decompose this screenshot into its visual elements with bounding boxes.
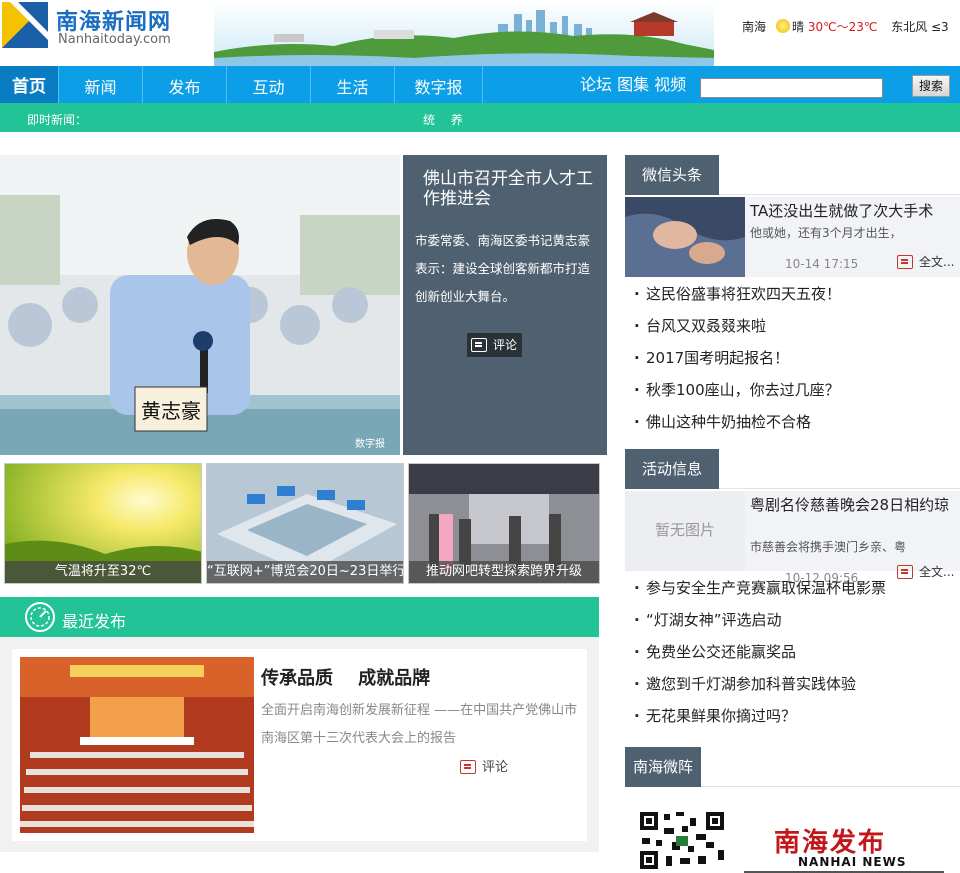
hero-photo[interactable]: 黄志豪 数字报 xyxy=(0,155,400,455)
thumb-card[interactable]: 气温将升至32℃ xyxy=(4,463,202,584)
wechat-list: 这民俗盛事将狂欢四天五夜！ 台风又双叒叕来啦 2017国考明起报名！ 秋季100… xyxy=(634,278,960,438)
list-item[interactable]: 台风又双叒叕来啦 xyxy=(634,310,960,342)
congress-hall-photo[interactable] xyxy=(20,657,254,833)
comment-icon xyxy=(897,255,913,269)
weizhen-brand-en: NANHAI NEWS xyxy=(798,855,907,869)
comment-icon xyxy=(460,760,476,774)
thumb-caption: 推动网吧转型探索跨界升级 xyxy=(409,561,599,583)
hero-description: 市委常委、南海区委书记黄志豪表示：建设全球创客新都市打造创新创业大舞台。 xyxy=(415,233,591,304)
hero-comment-button[interactable]: 评论 xyxy=(467,333,522,357)
thumb-caption: 气温将升至32℃ xyxy=(5,561,201,583)
list-item[interactable]: “灯湖女神”评选启动 xyxy=(634,604,960,636)
news-ticker: 即时新闻： 统 养 xyxy=(0,103,960,132)
comment-icon xyxy=(471,338,487,352)
qr-code-icon[interactable] xyxy=(636,808,728,873)
list-item[interactable]: 参与安全生产竞赛赢取保温杯电影票 xyxy=(634,572,960,604)
thumb-card[interactable]: “互联网+”博览会20日~23日举行 xyxy=(206,463,404,584)
weizhen-brand-cn: 南海发布 xyxy=(774,828,887,858)
events-feature-sub: 市慈善会将携手澳门乡亲、粤 xyxy=(750,540,907,554)
city-skyline-banner xyxy=(214,0,714,66)
search-input[interactable] xyxy=(700,78,883,98)
weather-widget: 南海 晴 30℃～23℃ 东北风 ≤3 xyxy=(742,18,949,35)
nav-home[interactable]: 首页 xyxy=(0,66,59,103)
events-feature-title: 粤剧名伶慈善晚会28日相约琼 xyxy=(750,496,950,514)
ticker-label: 即时新闻： xyxy=(27,113,88,127)
latest-summary: 全面开启南海创新发展新征程 ——在中国共产党佛山市南海区第十三次代表大会上的报告 xyxy=(261,703,578,746)
surgery-photo xyxy=(625,197,745,277)
hero-comment-label: 评论 xyxy=(493,338,518,352)
nav-life[interactable]: 生活 xyxy=(311,66,395,103)
latest-comment-label: 评论 xyxy=(482,760,509,775)
site-logo-domain: Nanhaitoday.com xyxy=(58,32,171,47)
hero-title[interactable]: 佛山市召开全市人才工作推进会 xyxy=(423,169,598,209)
nav-news[interactable]: 新闻 xyxy=(59,66,143,103)
list-item[interactable]: 免费坐公交还能赢奖品 xyxy=(634,636,960,668)
divider xyxy=(719,488,960,489)
nav-release[interactable]: 发布 xyxy=(143,66,227,103)
list-item[interactable]: 无花果鲜果你摘过吗？ xyxy=(634,700,960,732)
divider xyxy=(719,194,960,195)
no-image-placeholder: 暂无图片 xyxy=(625,491,745,571)
weather-condition: 晴 xyxy=(792,20,805,34)
events-feature[interactable]: 暂无图片 粤剧名伶慈善晚会28日相约琼 市慈善会将携手澳门乡亲、粤 10-12 … xyxy=(625,491,960,585)
latest-section-header: 最近发布 xyxy=(0,597,599,637)
hero-watermark: 数字报 xyxy=(355,437,385,450)
latest-section-title: 最近发布 xyxy=(62,612,127,631)
nav-quick-links[interactable]: 论坛 图集 视频 xyxy=(580,66,686,103)
wechat-feature-date: 10-14 17:15 xyxy=(785,257,859,271)
sun-icon xyxy=(776,19,791,33)
weather-wind: 东北风 ≤3 xyxy=(891,20,949,34)
ticker-text[interactable]: 统 养 xyxy=(423,111,469,128)
hero-nameplate: 黄志豪 xyxy=(141,399,201,423)
list-item[interactable]: 这民俗盛事将狂欢四天五夜！ xyxy=(634,278,960,310)
thumb-caption: “互联网+”博览会20日~23日举行 xyxy=(207,561,403,583)
search-button[interactable]: 搜索 xyxy=(912,75,950,97)
latest-headline[interactable]: 传承品质 成就品牌 xyxy=(261,664,430,690)
events-section-title: 活动信息 xyxy=(625,449,719,489)
weather-city: 南海 xyxy=(742,20,767,34)
wechat-section-title: 微信头条 xyxy=(625,155,719,195)
divider xyxy=(701,786,960,787)
weather-temp: 30℃～23℃ xyxy=(807,20,878,34)
logo-icon xyxy=(2,2,48,48)
list-item[interactable]: 佛山这种牛奶抽检不合格 xyxy=(634,406,960,438)
gauge-icon xyxy=(25,602,55,632)
events-list: 参与安全生产竞赛赢取保温杯电影票 “灯湖女神”评选启动 免费坐公交还能赢奖品 邀… xyxy=(634,572,960,732)
wechat-feature-more[interactable]: 全文... xyxy=(897,253,954,270)
thumb-card[interactable]: 推动网吧转型探索跨界升级 xyxy=(408,463,600,584)
nav-digital-paper[interactable]: 数字报 xyxy=(395,66,483,103)
wechat-feature[interactable]: TA还没出生就做了次大手术 他或她，还有3个月才出生， 10-14 17:15 … xyxy=(625,197,960,277)
wechat-feature-more-label: 全文... xyxy=(919,255,955,269)
list-item[interactable]: 2017国考明起报名！ xyxy=(634,342,960,374)
wechat-feature-title: TA还没出生就做了次大手术 xyxy=(750,202,934,220)
nav-interact[interactable]: 互动 xyxy=(227,66,311,103)
latest-comment-button[interactable]: 评论 xyxy=(460,756,508,775)
weizhen-section-title: 南海微阵 xyxy=(625,747,701,787)
list-item[interactable]: 邀您到千灯湖参加科普实践体验 xyxy=(634,668,960,700)
wechat-feature-sub: 他或她，还有3个月才出生， xyxy=(750,226,902,240)
list-item[interactable]: 秋季100座山，你去过几座？ xyxy=(634,374,960,406)
hero-panel: 佛山市召开全市人才工作推进会 市委常委、南海区委书记黄志豪表示：建设全球创客新都… xyxy=(403,155,607,455)
